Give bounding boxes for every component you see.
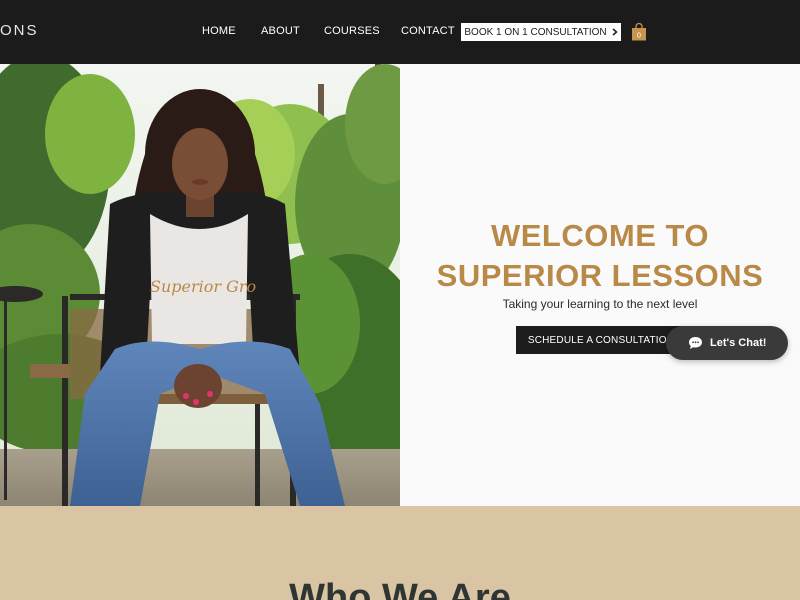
- who-we-are-section: Who We Are: [0, 506, 800, 600]
- cart-count: 0: [637, 33, 641, 40]
- hero-title-line2: SUPERIOR LESSONS: [436, 258, 764, 293]
- chat-bubble-icon: [689, 337, 702, 349]
- hero-tagline: Taking your learning to the next level: [502, 297, 698, 311]
- nav-item-contact[interactable]: CONTACT: [401, 25, 455, 37]
- site-logo[interactable]: ONS: [0, 22, 39, 39]
- nav-item-home[interactable]: HOME: [202, 25, 236, 37]
- hero-title-line1: WELCOME TO: [491, 218, 709, 253]
- chat-label: Let's Chat!: [710, 337, 767, 349]
- nav-item-courses[interactable]: COURSES: [324, 25, 380, 37]
- cart-icon[interactable]: 0: [631, 22, 647, 41]
- book-consultation-button[interactable]: BOOK 1 ON 1 CONSULTATION: [461, 23, 621, 41]
- schedule-consultation-button[interactable]: SCHEDULE A CONSULTATION: [516, 326, 686, 354]
- section-title: Who We Are: [289, 577, 511, 600]
- nav-item-about[interactable]: ABOUT: [261, 25, 300, 37]
- shirt-logo: Superior Gro: [150, 277, 256, 296]
- chevron-right-icon: [612, 28, 618, 36]
- hero-content: WELCOME TO SUPERIOR LESSONS Taking your …: [400, 64, 800, 506]
- site-header: ONS HOME ABOUT COURSES CONTACT BOOK 1 ON…: [0, 0, 800, 64]
- hero-photo: Superior Gro: [0, 64, 400, 506]
- chat-widget-button[interactable]: Let's Chat!: [666, 326, 788, 360]
- book-consultation-label: BOOK 1 ON 1 CONSULTATION: [464, 26, 607, 38]
